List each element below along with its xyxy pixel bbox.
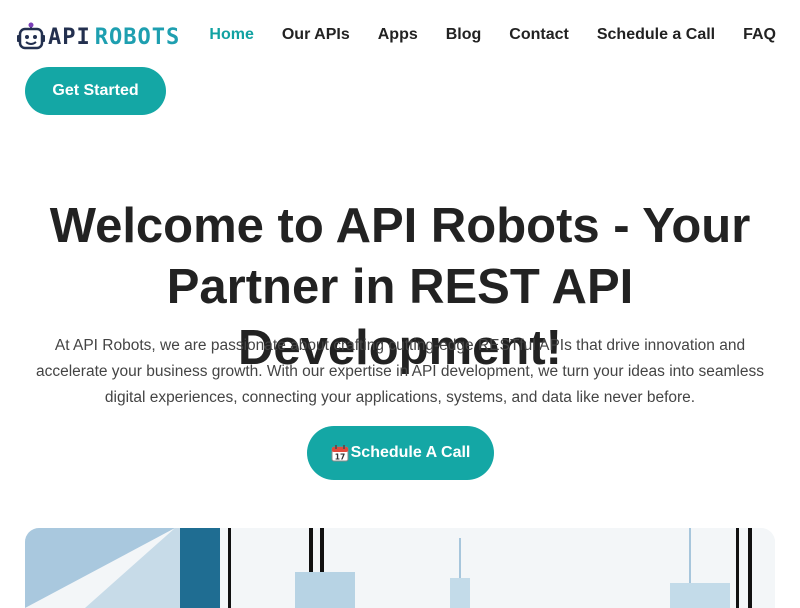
schedule-a-call-label: Schedule A Call (350, 444, 471, 461)
site-header: API ROBOTS Home Our APIs Apps Blog Contac… (0, 0, 800, 76)
main-nav: Home Our APIs Apps Blog Contact Schedule… (209, 26, 776, 44)
nav-item-schedule-a-call[interactable]: Schedule a Call (597, 26, 715, 44)
city-window-illustration (25, 528, 775, 608)
hero-image (25, 528, 775, 608)
schedule-a-call-button[interactable]: 17 Schedule A Call (307, 426, 494, 480)
nav-item-home[interactable]: Home (209, 26, 253, 44)
nav-item-apps[interactable]: Apps (378, 26, 418, 44)
logo-text-api: API (48, 24, 91, 50)
logo-text: API ROBOTS (48, 25, 180, 50)
nav-item-faq[interactable]: FAQ (743, 26, 776, 44)
logo-text-robots: ROBOTS (94, 24, 181, 50)
logo[interactable]: API ROBOTS (16, 22, 180, 52)
nav-item-contact[interactable]: Contact (509, 26, 569, 44)
calendar-icon: 17 (331, 445, 349, 462)
nav-item-blog[interactable]: Blog (446, 26, 482, 44)
get-started-button[interactable]: Get Started (25, 67, 166, 115)
hero-description: At API Robots, we are passionate about c… (35, 337, 764, 406)
nav-item-our-apis[interactable]: Our APIs (282, 26, 350, 44)
svg-text:17: 17 (334, 453, 344, 462)
robot-icon (17, 22, 45, 50)
